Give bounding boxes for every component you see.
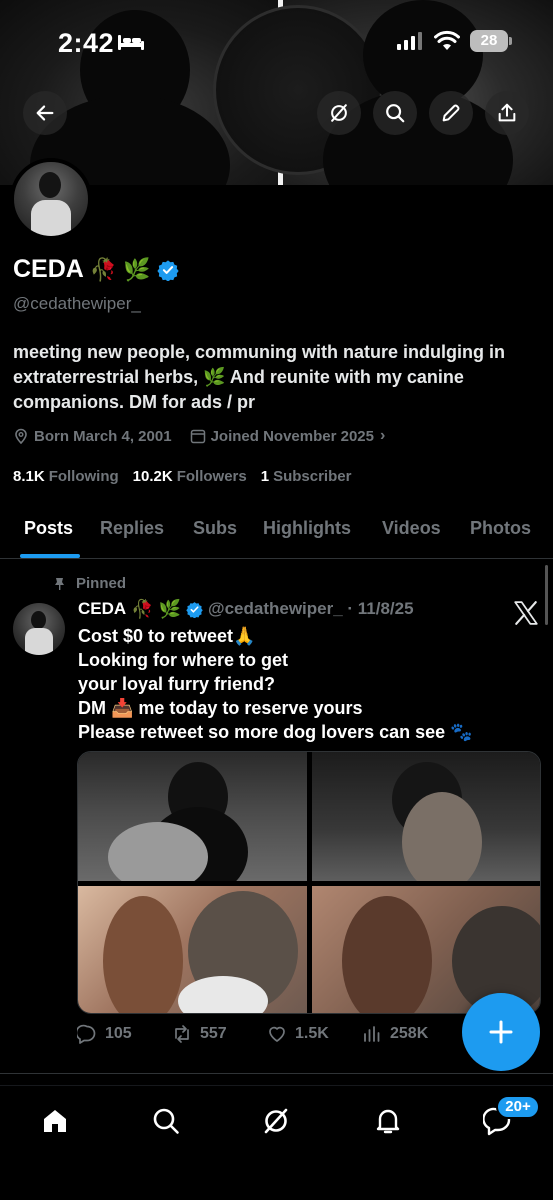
reply-icon bbox=[77, 1024, 96, 1044]
active-tab-indicator bbox=[20, 554, 80, 558]
verified-badge-icon[interactable] bbox=[157, 259, 179, 281]
nav-notifications[interactable] bbox=[371, 1104, 405, 1138]
tab-highlights[interactable]: Highlights bbox=[263, 518, 351, 539]
tweet-avatar[interactable] bbox=[13, 603, 65, 655]
followers-label[interactable]: Followers bbox=[177, 468, 247, 485]
tab-subs[interactable]: Subs bbox=[193, 518, 237, 539]
share-icon bbox=[498, 103, 516, 122]
birthday-item: Born March 4, 2001 bbox=[13, 428, 172, 445]
birthday-text: Born March 4, 2001 bbox=[34, 427, 172, 445]
profile-banner[interactable]: 2:42 28 bbox=[0, 0, 553, 185]
joined-item[interactable]: Joined November 2025 › bbox=[190, 427, 386, 445]
battery-tip bbox=[509, 37, 512, 45]
tweet-header: CEDA 🥀 🌿 @cedathewiper_ · 11/8/25 bbox=[78, 599, 414, 619]
views-action[interactable]: 258K bbox=[362, 1024, 457, 1044]
status-bar: 2:42 28 bbox=[0, 0, 553, 80]
tab-photos[interactable]: Photos bbox=[470, 518, 531, 539]
display-name: CEDA bbox=[13, 255, 84, 283]
profile-handle: @cedathewiper_ bbox=[13, 294, 141, 313]
tab-videos[interactable]: Videos bbox=[382, 518, 441, 539]
location-pin-icon bbox=[15, 428, 27, 444]
arrow-left-icon bbox=[36, 105, 54, 121]
calendar-icon bbox=[190, 429, 205, 444]
back-button[interactable] bbox=[23, 91, 67, 135]
home-icon bbox=[44, 1110, 66, 1132]
follow-stats: 8.1K Following 10.2K Followers 1 Subscri… bbox=[13, 468, 365, 485]
following-label[interactable]: Following bbox=[49, 468, 119, 485]
media-photo-3[interactable] bbox=[78, 886, 307, 1013]
joined-text: Joined November 2025 bbox=[210, 427, 374, 445]
cellular-signal-icon bbox=[397, 32, 422, 50]
messages-badge: 20+ bbox=[496, 1095, 540, 1119]
search-icon bbox=[153, 1108, 179, 1134]
pinned-label-row: Pinned bbox=[53, 575, 126, 592]
pencil-icon bbox=[442, 104, 460, 122]
bell-icon bbox=[376, 1109, 400, 1134]
followers-count[interactable]: 10.2K bbox=[133, 468, 173, 485]
status-time: 2:42 bbox=[58, 28, 115, 58]
grok-icon bbox=[264, 1108, 288, 1134]
like-count: 1.5K bbox=[295, 1025, 329, 1042]
subscribers-count[interactable]: 1 bbox=[261, 468, 269, 485]
battery-indicator: 28 bbox=[470, 30, 508, 52]
profile-tabs: Posts Replies Subs Highlights Videos Pho… bbox=[0, 506, 553, 559]
reply-count: 105 bbox=[105, 1025, 132, 1042]
chevron-right-icon: › bbox=[379, 427, 386, 444]
tweet-handle-date: @cedathewiper_ · 11/8/25 bbox=[208, 599, 414, 618]
tab-replies[interactable]: Replies bbox=[100, 518, 164, 539]
pinned-label: Pinned bbox=[76, 575, 127, 592]
profile-avatar[interactable] bbox=[10, 158, 92, 240]
share-button[interactable] bbox=[485, 91, 529, 135]
tab-posts[interactable]: Posts bbox=[24, 518, 73, 539]
search-icon bbox=[386, 104, 405, 123]
analytics-icon bbox=[364, 1026, 380, 1042]
x-logo-icon[interactable] bbox=[513, 600, 539, 626]
pin-icon bbox=[55, 578, 64, 590]
retweet-icon bbox=[175, 1025, 189, 1043]
wifi-icon bbox=[434, 30, 460, 50]
bottom-nav bbox=[0, 1085, 553, 1200]
media-photo-1[interactable] bbox=[78, 752, 307, 881]
heart-icon bbox=[269, 1026, 285, 1042]
sleep-focus-icon bbox=[118, 35, 144, 50]
reply-action[interactable]: 105 bbox=[77, 1024, 172, 1044]
nav-grok[interactable] bbox=[259, 1104, 293, 1138]
following-count[interactable]: 8.1K bbox=[13, 468, 45, 485]
tweet-author-name[interactable]: CEDA bbox=[78, 599, 126, 619]
subscribers-label[interactable]: Subscriber bbox=[273, 468, 351, 485]
verified-badge-icon bbox=[186, 601, 203, 618]
view-count: 258K bbox=[390, 1025, 429, 1042]
name-emojis: 🥀 🌿 bbox=[89, 256, 151, 282]
scrollbar[interactable] bbox=[545, 565, 548, 625]
edit-button[interactable] bbox=[429, 91, 473, 135]
retweet-count: 557 bbox=[200, 1025, 227, 1042]
retweet-action[interactable]: 557 bbox=[172, 1024, 267, 1044]
profile-meta: Born March 4, 2001 Joined November 2025 … bbox=[13, 427, 403, 445]
tweet-media-grid[interactable] bbox=[77, 751, 541, 1014]
tweet-text: Cost $0 to retweet🙏 Looking for where to… bbox=[78, 626, 473, 742]
profile-name-row: CEDA 🥀 🌿 bbox=[13, 255, 179, 284]
search-button[interactable] bbox=[373, 91, 417, 135]
like-action[interactable]: 1.5K bbox=[267, 1024, 362, 1044]
nav-search[interactable] bbox=[149, 1104, 183, 1138]
compose-button[interactable] bbox=[462, 993, 540, 1071]
nav-home[interactable] bbox=[38, 1104, 72, 1138]
grok-icon bbox=[331, 104, 347, 122]
tweet-name-emojis: 🥀 🌿 bbox=[131, 599, 181, 619]
tweet-actions: 105 557 1.5K 258K bbox=[77, 1024, 457, 1044]
plus-icon bbox=[489, 1020, 513, 1044]
media-photo-2[interactable] bbox=[312, 752, 540, 881]
profile-bio: meeting new people, communing with natur… bbox=[13, 342, 506, 412]
feed-divider bbox=[0, 1073, 553, 1074]
grok-button[interactable] bbox=[317, 91, 361, 135]
